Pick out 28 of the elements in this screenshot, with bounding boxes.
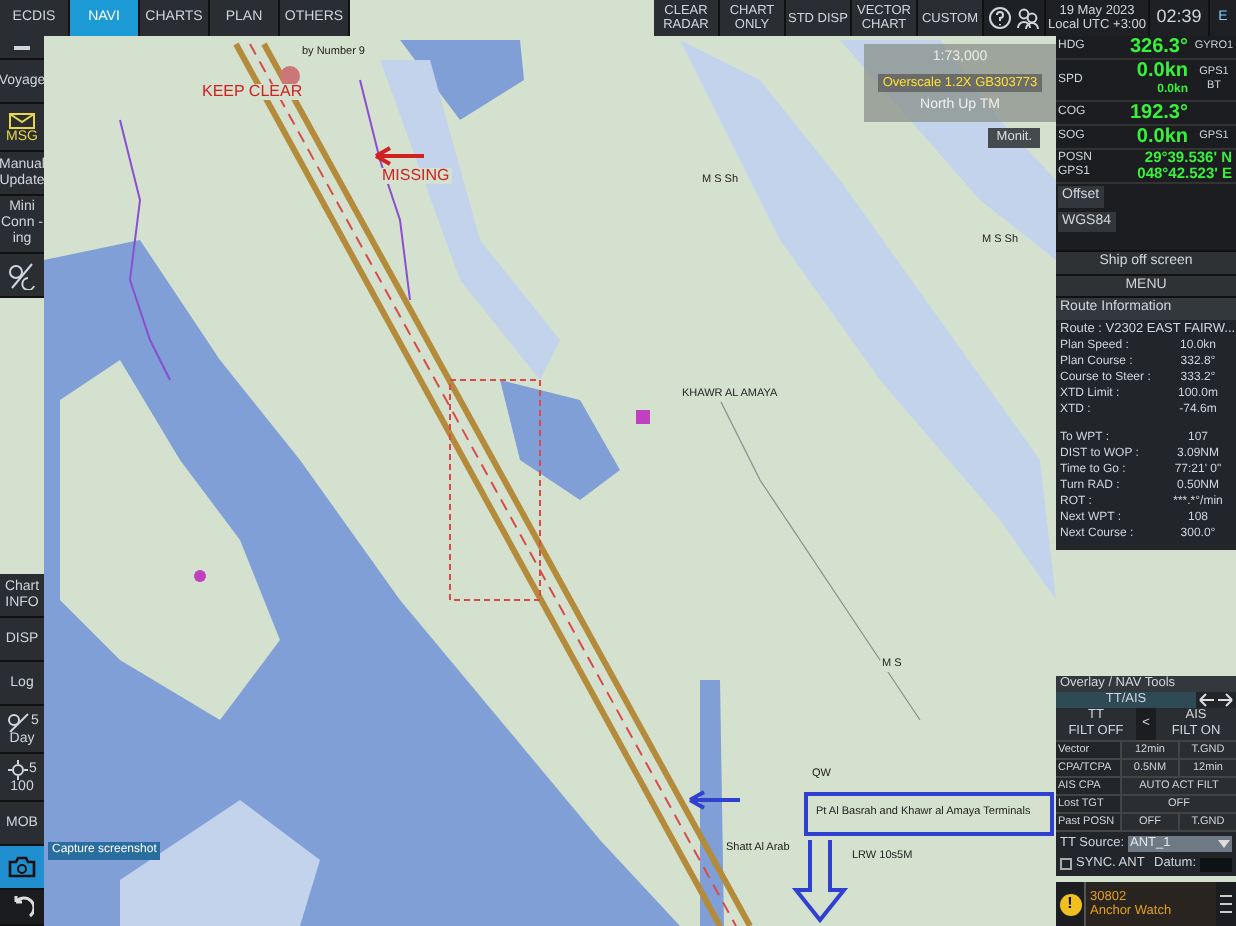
arrow-annotation — [374, 146, 426, 166]
sensor-value: 192.3° — [1129, 102, 1188, 124]
envelope-icon — [8, 109, 36, 129]
buoy-symbol — [194, 570, 206, 582]
undo-button[interactable] — [0, 890, 44, 926]
arrow-annotation — [688, 790, 742, 810]
alert-symbol: ! — [1059, 893, 1081, 915]
sensor-value: 0.0kn — [1136, 60, 1188, 82]
deep-water-area — [400, 40, 524, 120]
sensor-value: 0.0kn — [1136, 126, 1188, 148]
screenshot-button[interactable] — [0, 846, 44, 890]
sun-icon — [7, 759, 28, 779]
users-icon[interactable] — [1016, 6, 1040, 30]
deep-water-area — [500, 380, 620, 500]
arrow-left-icon[interactable] — [1196, 692, 1216, 708]
arrow-right-icon[interactable] — [1216, 692, 1236, 708]
buoy-symbol — [280, 66, 300, 86]
camera-icon — [8, 856, 36, 878]
sync-checkbox[interactable] — [1060, 858, 1072, 870]
sensor-value: 326.3° — [1129, 36, 1188, 58]
help-icon[interactable] — [988, 6, 1012, 30]
chart-label: KEEP CLEAR — [200, 84, 305, 100]
beacon-symbol — [636, 410, 650, 424]
brightness-button[interactable] — [0, 254, 44, 298]
chart-label: MISSING — [380, 168, 452, 184]
undo-arrow-icon — [10, 895, 34, 919]
back-button[interactable] — [0, 36, 44, 60]
caret-icon — [1218, 840, 1230, 848]
